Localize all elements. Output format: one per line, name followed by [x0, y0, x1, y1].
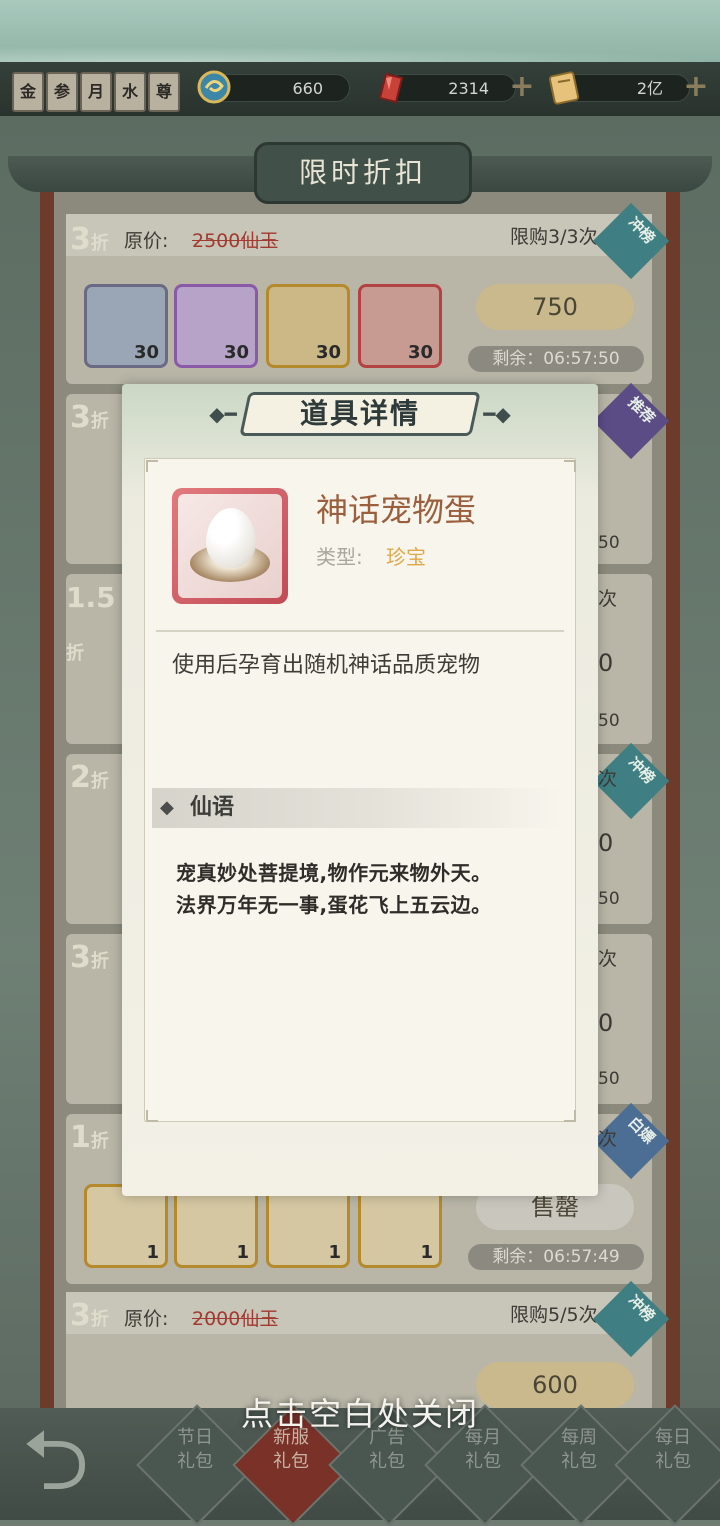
discount-badge: 3折 [70, 214, 126, 270]
reward-count: 30 [133, 342, 159, 363]
discount-unit: 折 [90, 233, 109, 254]
reward-slot[interactable]: 1 [266, 1184, 350, 1268]
scroll-ticket-icon [548, 71, 580, 105]
discount-badge: 1.5 折 [66, 572, 122, 664]
discount-badge: 3折 [70, 392, 126, 448]
rank-badge-5[interactable]: 尊 [148, 72, 180, 112]
discount-badge: 2折 [70, 752, 126, 808]
original-price-value: 2000仙玉 [192, 1308, 279, 1330]
purchase-limit: 限购5/5次 [510, 1304, 598, 1326]
corner-ornament [146, 460, 158, 472]
lore-section-title: 仙语 [190, 795, 235, 820]
reward-count: 1 [236, 1242, 249, 1263]
discount-unit: 折 [90, 771, 109, 792]
countdown-timer: 剩余：06:57:50 [468, 346, 644, 372]
reward-slot[interactable]: 1 [84, 1184, 168, 1268]
countdown-timer: 50 [598, 889, 620, 909]
discount-value: 3 [70, 222, 91, 257]
discount-value: 3 [70, 400, 91, 435]
discount-unit: 折 [90, 1309, 109, 1330]
purchase-limit: 次 [598, 588, 618, 610]
rank-badge-2[interactable]: 参 [46, 72, 78, 112]
reward-slot[interactable]: 30 [84, 284, 168, 368]
discount-badge: 1折 [70, 1112, 126, 1168]
item-name: 神话宠物蛋 [316, 491, 477, 529]
discount-value: 2 [70, 760, 91, 795]
rank-badge-1[interactable]: 金 [12, 72, 44, 112]
purchase-limit: 限购3/3次 [510, 226, 598, 248]
reward-count: 1 [328, 1242, 341, 1263]
original-price-label: 原价: [124, 1308, 169, 1330]
corner-ornament [564, 1110, 576, 1122]
lore-line-1: 宠真妙处菩提境,物作元来物外天。 [176, 861, 492, 885]
buy-price[interactable]: 0 [598, 1002, 613, 1044]
discount-unit: 折 [66, 643, 84, 664]
countdown-timer: 剩余：06:57:49 [468, 1244, 644, 1270]
modal-title: 道具详情 [299, 397, 420, 430]
reward-count: 30 [223, 342, 249, 363]
reward-count: 30 [315, 342, 341, 363]
reward-count: 1 [420, 1242, 433, 1263]
lore-line-2: 法界万年无一事,蛋花飞上五云边。 [176, 893, 492, 917]
top-banner [0, 0, 720, 62]
item-description: 使用后孕育出随机神话品质宠物 [172, 653, 481, 678]
title-ornament-right-icon: ━◆ [483, 402, 511, 426]
reward-slot[interactable]: 30 [174, 284, 258, 368]
original-price-value: 2500仙玉 [192, 230, 279, 252]
discount-unit: 折 [90, 951, 109, 972]
reward-count: 30 [407, 342, 433, 363]
buy-price[interactable]: 0 [598, 822, 613, 864]
reward-slot[interactable]: 1 [174, 1184, 258, 1268]
discount-unit: 折 [90, 411, 109, 432]
diamond-bullet-icon: ◆ [160, 797, 174, 818]
countdown-timer: 50 [598, 711, 620, 731]
corner-ornament [146, 1110, 158, 1122]
pet-egg-icon [172, 488, 288, 604]
swirl-coin-icon [197, 70, 231, 104]
add-currency-2-button[interactable]: + [506, 72, 538, 104]
purchase-limit: 次 [598, 948, 618, 970]
item-type-value: 珍宝 [386, 545, 426, 569]
corner-ornament [564, 460, 576, 472]
divider [156, 630, 564, 632]
red-jade-icon [378, 72, 404, 104]
discount-badge: 3折 [70, 1290, 126, 1346]
buy-button[interactable]: 750 [476, 284, 634, 330]
egg-shape [206, 508, 256, 568]
title-ornament-left-icon: ◆━ [209, 402, 237, 426]
item-type-label: 类型: [316, 545, 363, 569]
reward-slot[interactable]: 30 [358, 284, 442, 368]
sold-out-label: 售罄 [531, 1193, 579, 1221]
reward-count: 1 [146, 1242, 159, 1263]
screen-title: 限时折扣 [254, 142, 472, 204]
discount-value: 1 [70, 1120, 91, 1155]
rank-badge-4[interactable]: 水 [114, 72, 146, 112]
discount-value: 3 [70, 940, 91, 975]
buy-price[interactable]: 0 [598, 642, 613, 684]
reward-slot[interactable]: 30 [266, 284, 350, 368]
close-hint[interactable]: 点击空白处关闭 [0, 1390, 720, 1438]
buy-price: 750 [532, 293, 578, 321]
discount-unit: 折 [90, 1131, 109, 1152]
add-currency-3-button[interactable]: + [680, 72, 712, 104]
reward-slot[interactable]: 1 [358, 1184, 442, 1268]
purchase-limit: 次 [598, 1128, 618, 1150]
discount-badge: 3折 [70, 932, 126, 988]
original-price-label: 原价: [124, 230, 169, 252]
discount-value: 1.5 [66, 581, 116, 614]
rank-badge-3[interactable]: 月 [80, 72, 112, 112]
countdown-timer: 50 [598, 1069, 620, 1089]
countdown-timer: 50 [598, 533, 620, 553]
purchase-limit: 次 [598, 768, 618, 790]
discount-value: 3 [70, 1298, 91, 1333]
